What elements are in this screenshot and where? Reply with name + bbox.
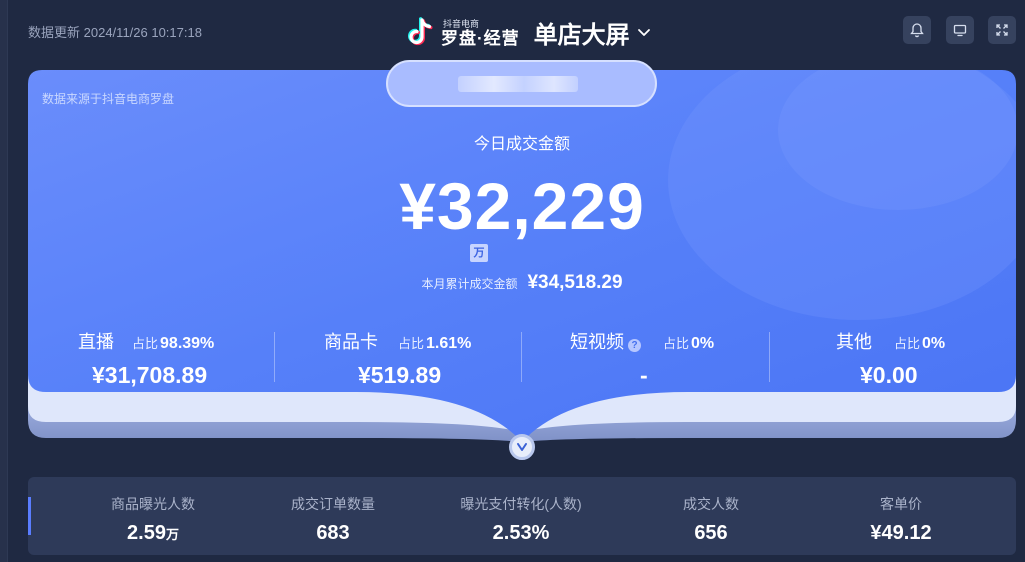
channel-divider	[521, 332, 522, 382]
metric-exposure-users: 商品曝光人数 2.59万	[58, 477, 248, 555]
channel-other: 其他 占比 0% ¥0.00	[836, 328, 945, 388]
metrics-panel: 商品曝光人数 2.59万 成交订单数量 683 曝光支付转化(人数) 2.53%…	[28, 477, 1016, 555]
chevron-down-icon	[517, 443, 527, 451]
today-gmv-label: 今日成交金额	[473, 136, 570, 153]
metric-value: 2.59万	[127, 522, 179, 544]
channel-product-card: 商品卡 占比 1.61% ¥519.89	[324, 328, 471, 388]
update-label: 数据更新	[28, 25, 81, 40]
help-icon[interactable]: ?	[628, 339, 641, 352]
channel-name: 短视频	[570, 332, 624, 352]
channel-value: ¥519.89	[358, 362, 442, 388]
top-bar: 数据更新 2024/11/26 10:17:18 抖音电商 罗盘·经营 单店大屏	[0, 0, 1025, 62]
sales-hero-card: 数据来源于抖音电商罗盘 今日成交金额 ¥32,229 万 本月累计成交金额 ¥3…	[28, 60, 1016, 465]
fullscreen-icon	[996, 24, 1008, 36]
monitor-icon	[953, 24, 967, 37]
metric-avg-order-value: 客单价 ¥49.12	[806, 477, 996, 555]
channel-divider	[769, 332, 770, 382]
channel-ratio: 占比 98.39%	[132, 335, 215, 352]
metric-label: 商品曝光人数	[111, 496, 195, 512]
update-timestamp: 2024/11/26 10:17:18	[83, 25, 202, 40]
channel-name: 直播	[78, 332, 114, 352]
bell-icon	[910, 23, 924, 38]
month-gmv-value: ¥34,518.29	[527, 272, 623, 293]
douyin-logo-icon	[405, 15, 435, 49]
notification-button[interactable]	[903, 16, 931, 44]
brand-small: 抖音电商	[443, 18, 480, 29]
channel-value: -	[640, 362, 648, 388]
screen-title[interactable]: 单店大屏	[534, 15, 630, 50]
brand: 抖音电商 罗盘·经营 单店大屏	[405, 12, 652, 52]
metric-label: 成交人数	[683, 496, 739, 512]
brand-main: 罗盘·经营	[441, 28, 520, 48]
channel-ratio: 占比 0%	[663, 335, 715, 352]
update-time: 数据更新 2024/11/26 10:17:18	[28, 22, 202, 41]
metric-conversion-rate: 曝光支付转化(人数) 2.53%	[426, 477, 616, 555]
metric-value: 683	[316, 522, 350, 544]
fullscreen-button[interactable]	[988, 16, 1016, 44]
channel-short-video: 短视频 ? 占比 0% -	[570, 328, 714, 388]
channel-value: ¥31,708.89	[92, 362, 208, 388]
metrics-accent-bar	[28, 497, 31, 535]
metric-label: 客单价	[880, 496, 922, 512]
channel-ratio: 占比 0%	[894, 335, 946, 352]
month-gmv-row: 本月累计成交金额 ¥34,518.29	[28, 272, 1016, 294]
display-button[interactable]	[946, 16, 974, 44]
today-gmv-value: ¥32,229	[399, 169, 645, 243]
chevron-down-icon[interactable]	[636, 24, 652, 40]
channel-name: 其他	[836, 332, 872, 352]
metric-value: ¥49.12	[870, 522, 932, 544]
unit-tag: 万	[470, 244, 488, 262]
channel-ratio: 占比 1.61%	[398, 335, 472, 352]
metric-value: 2.53%	[492, 522, 550, 544]
store-name-pill[interactable]	[386, 60, 657, 107]
brand-text: 抖音电商 罗盘·经营	[441, 17, 520, 48]
metric-label: 成交订单数量	[291, 496, 375, 512]
channel-name: 商品卡	[324, 332, 378, 352]
expand-toggle-button[interactable]	[509, 434, 535, 460]
metric-value: 656	[694, 522, 728, 544]
channel-divider	[274, 332, 275, 382]
metric-label: 曝光支付转化(人数)	[460, 496, 582, 512]
channel-live: 直播 占比 98.39% ¥31,708.89	[78, 328, 214, 388]
data-source-note: 数据来源于抖音电商罗盘	[42, 92, 175, 106]
channel-value: ¥0.00	[860, 362, 918, 388]
left-panel-edge	[0, 0, 8, 562]
metric-order-count: 成交订单数量 683	[238, 477, 428, 555]
month-gmv-label: 本月累计成交金额	[421, 277, 518, 291]
metric-buyer-count: 成交人数 656	[616, 477, 806, 555]
store-name-redacted	[458, 76, 578, 92]
